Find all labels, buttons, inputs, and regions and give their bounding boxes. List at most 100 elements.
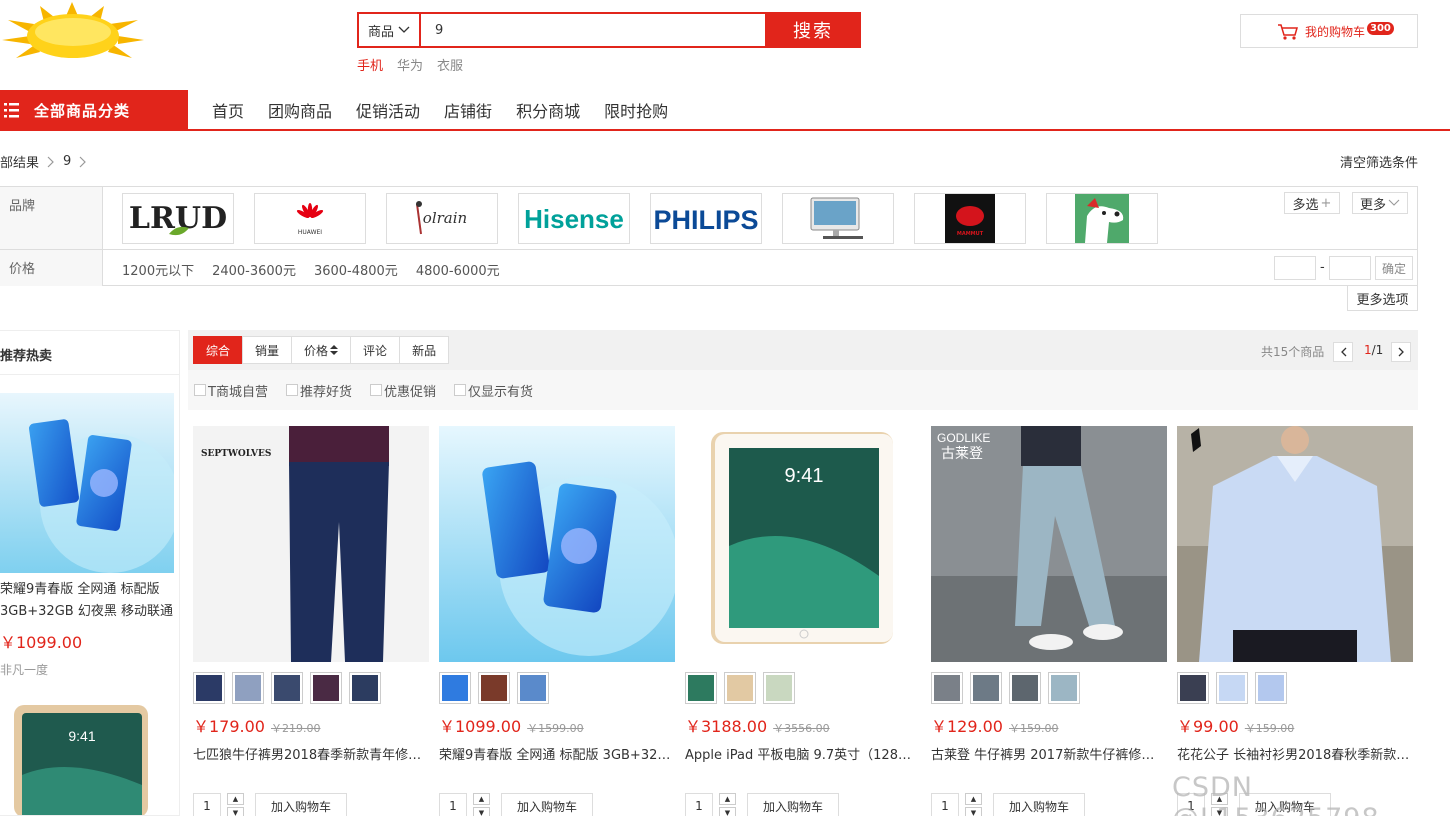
hotword-link[interactable]: 衣服: [437, 55, 463, 74]
search-button[interactable]: 搜索: [765, 12, 861, 48]
site-logo-sun[interactable]: [0, 2, 150, 64]
product-original-price: ￥3556.00: [773, 722, 830, 735]
quantity-input[interactable]: 1: [931, 793, 959, 816]
quantity-input[interactable]: 1: [685, 793, 713, 816]
product-name[interactable]: 荣耀9青春版 全网通 标配版 3GB+32GB 幻夜黑: [439, 744, 673, 763]
sort-sales[interactable]: 销量: [242, 336, 293, 364]
product-thumbnail[interactable]: [1177, 672, 1209, 704]
product-original-price: ￥1599.00: [527, 722, 584, 735]
product-image[interactable]: GODLIKE 古莱登: [931, 426, 1167, 662]
product-thumbnail[interactable]: [271, 672, 303, 704]
product-thumbnail[interactable]: [970, 672, 1002, 704]
nav-item-promotions[interactable]: 促销活动: [356, 98, 420, 122]
checkbox-recommended[interactable]: 推荐好货: [285, 381, 352, 400]
product-thumbnail[interactable]: [931, 672, 963, 704]
product-thumbnail[interactable]: [1009, 672, 1041, 704]
sidebar-product-name[interactable]: 荣耀9青春版 全网通 标配版 3GB+32GB 幻夜黑 移动联通: [0, 579, 176, 623]
prev-page-button[interactable]: [1333, 342, 1353, 362]
product-name[interactable]: Apple iPad 平板电脑 9.7英寸（128G WLAN版）: [685, 744, 919, 763]
increment-button[interactable]: ▲: [719, 793, 736, 805]
nav-item-shops[interactable]: 店铺街: [444, 98, 492, 122]
product-name[interactable]: 花花公子 长袖衬衫男2018春秋季新款修身: [1177, 744, 1411, 763]
svg-text:HUAWEI: HUAWEI: [298, 229, 322, 236]
all-categories-button[interactable]: 全部商品分类: [0, 90, 188, 130]
decrement-button[interactable]: ▼: [719, 807, 736, 816]
brand-logo-dog[interactable]: [1046, 193, 1158, 244]
my-cart-button[interactable]: 我的购物车 300: [1240, 14, 1418, 48]
product-name[interactable]: 古莱登 牛仔裤男 2017新款牛仔裤修身小脚: [931, 744, 1165, 763]
nav-item-points-mall[interactable]: 积分商城: [516, 98, 580, 122]
price-range-option[interactable]: 4800-6000元: [416, 260, 500, 279]
product-thumbnail[interactable]: [193, 672, 225, 704]
quantity-input[interactable]: 1: [193, 793, 221, 816]
decrement-button[interactable]: ▼: [227, 807, 244, 816]
checkbox-self-operated[interactable]: T商城自营: [194, 381, 268, 400]
product-thumbnail[interactable]: [349, 672, 381, 704]
product-image[interactable]: 9:41: [685, 426, 921, 662]
hotword-link[interactable]: 华为: [397, 55, 423, 74]
add-to-cart-button[interactable]: 加入购物车: [747, 793, 839, 816]
price-range-option[interactable]: 3600-4800元: [314, 260, 398, 279]
product-image[interactable]: SEPTWOLVES: [193, 426, 429, 662]
increment-button[interactable]: ▲: [227, 793, 244, 805]
sidebar-product-shop[interactable]: 非凡一度: [0, 661, 48, 678]
add-to-cart-button[interactable]: 加入购物车: [993, 793, 1085, 816]
increment-button[interactable]: ▲: [473, 793, 490, 805]
product-thumbnail[interactable]: [685, 672, 717, 704]
sort-price[interactable]: 价格: [291, 336, 352, 364]
decrement-button[interactable]: ▼: [473, 807, 490, 816]
product-image[interactable]: [439, 426, 675, 662]
product-name[interactable]: 七匹狼牛仔裤男2018春季新款青年修身直筒: [193, 744, 427, 763]
product-thumbnail[interactable]: [517, 672, 549, 704]
filter-panel: 品牌 LRUD HUAWEI olrain Hisense PHILIPS MA…: [0, 186, 1418, 286]
brand-filter-label: 品牌: [0, 187, 103, 249]
next-page-button[interactable]: [1391, 342, 1411, 362]
sidebar-product-image[interactable]: [0, 393, 179, 573]
product-thumbnail[interactable]: [763, 672, 795, 704]
decrement-button[interactable]: ▼: [965, 807, 982, 816]
hotword-link[interactable]: 手机: [357, 55, 383, 74]
nav-item-flash-sale[interactable]: 限时抢购: [604, 98, 668, 122]
brand-logo-hisense[interactable]: Hisense: [518, 193, 630, 244]
add-to-cart-button[interactable]: 加入购物车: [255, 793, 347, 816]
brand-logo-mammut[interactable]: MAMMUT: [914, 193, 1026, 244]
price-range-option[interactable]: 1200元以下: [122, 260, 194, 279]
checkbox-in-stock[interactable]: 仅显示有货: [453, 381, 533, 400]
checkbox-promotion[interactable]: 优惠促销: [369, 381, 436, 400]
price-max-input[interactable]: [1329, 256, 1371, 280]
nav-item-group-buy[interactable]: 团购商品: [268, 98, 332, 122]
product-thumbnail[interactable]: [478, 672, 510, 704]
product-thumbnail[interactable]: [1216, 672, 1248, 704]
more-options-button[interactable]: 更多选项: [1347, 286, 1418, 311]
price-range-option[interactable]: 2400-3600元: [212, 260, 296, 279]
brand-logo-computer[interactable]: [782, 193, 894, 244]
product-thumbnail[interactable]: [439, 672, 471, 704]
brand-logo-lrud[interactable]: LRUD: [122, 193, 234, 244]
product-thumbnail[interactable]: [1048, 672, 1080, 704]
brand-logo-philips[interactable]: PHILIPS: [650, 193, 762, 244]
breadcrumb-root[interactable]: 部结果: [0, 152, 39, 171]
multi-select-button[interactable]: 多选 +: [1284, 192, 1340, 214]
product-image[interactable]: [1177, 426, 1413, 662]
more-brands-button[interactable]: 更多: [1352, 192, 1408, 214]
product-thumbnail[interactable]: [724, 672, 756, 704]
sort-reviews[interactable]: 评论: [350, 336, 401, 364]
product-thumbnail[interactable]: [1255, 672, 1287, 704]
product-thumbnail[interactable]: [232, 672, 264, 704]
sidebar-product-image[interactable]: 9:41: [10, 705, 152, 815]
clear-filters-link[interactable]: 清空筛选条件: [1340, 152, 1418, 171]
price-min-input[interactable]: [1274, 256, 1316, 280]
search-input[interactable]: 9: [421, 14, 765, 46]
brand-logo-olrain[interactable]: olrain: [386, 193, 498, 244]
breadcrumb-keyword[interactable]: 9: [63, 154, 71, 169]
add-to-cart-button[interactable]: 加入购物车: [501, 793, 593, 816]
product-thumbnail[interactable]: [310, 672, 342, 704]
price-confirm-button[interactable]: 确定: [1375, 256, 1413, 280]
quantity-input[interactable]: 1: [439, 793, 467, 816]
brand-logo-huawei[interactable]: HUAWEI: [254, 193, 366, 244]
nav-item-home[interactable]: 首页: [212, 98, 244, 122]
sort-new[interactable]: 新品: [399, 336, 450, 364]
sort-default[interactable]: 综合: [193, 336, 244, 364]
search-category-select[interactable]: 商品: [359, 14, 421, 46]
increment-button[interactable]: ▲: [965, 793, 982, 805]
